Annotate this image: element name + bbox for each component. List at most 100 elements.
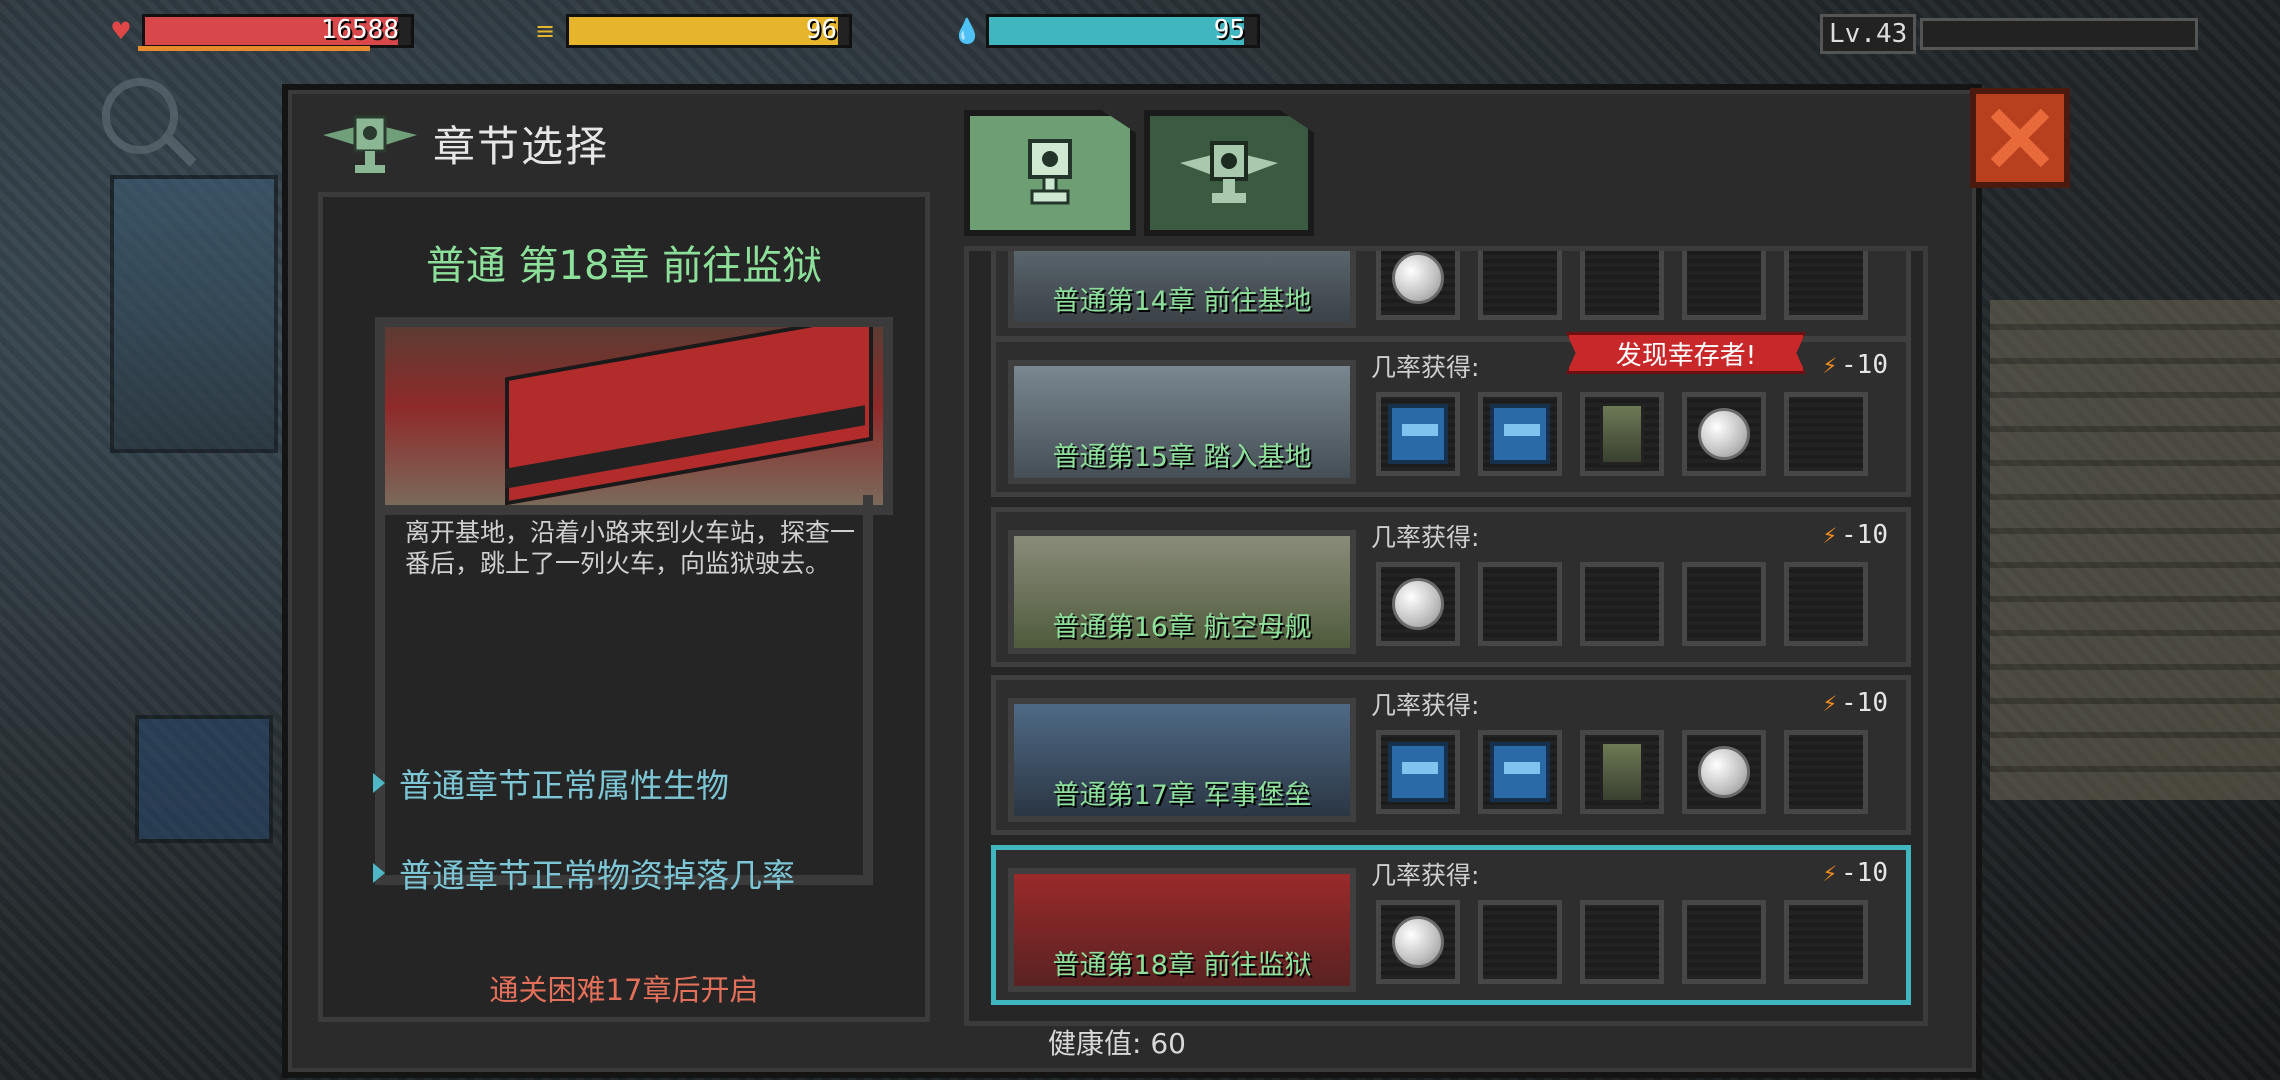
hp-value: 16588: [320, 15, 399, 45]
background-sign: [135, 715, 273, 843]
burger-icon: ≡: [534, 17, 556, 45]
drop-chance-label: 几率获得:: [1371, 523, 1480, 552]
water-status: 💧 95: [952, 14, 1260, 48]
chapter-preview-image: [375, 317, 893, 515]
reward-slots: [1376, 562, 1886, 646]
chapter-thumbnail: 普通第14章 前往基地: [1008, 251, 1356, 328]
close-button[interactable]: [1970, 88, 2070, 188]
reward-slots: [1376, 392, 1886, 476]
level-indicator: Lv.43: [1820, 14, 2199, 54]
arrow-right-icon: [373, 773, 385, 793]
chapter-row-16[interactable]: 普通第16章 航空母舰 几率获得: ⚡ -10: [991, 507, 1911, 667]
reward-slot: [1580, 562, 1664, 646]
energy-cost-value: -10: [1841, 520, 1888, 550]
chapter-thumbnail: 普通第17章 军事堡垒: [1008, 698, 1356, 822]
reward-slot: [1784, 392, 1868, 476]
energy-cost-value: -10: [1841, 688, 1888, 718]
chapter-row-18[interactable]: 普通第18章 前往监狱 几率获得: ⚡ -10: [991, 845, 1911, 1005]
arrow-right-icon: [373, 863, 385, 883]
drop-rate-link[interactable]: 普通章节正常物资掉落几率: [373, 849, 795, 897]
food-bar: 96: [566, 14, 852, 48]
coin-icon: [1698, 746, 1750, 798]
reward-slot: [1682, 392, 1766, 476]
food-status: ≡ 96: [532, 14, 852, 48]
reward-slot: [1784, 730, 1868, 814]
reward-slot: [1682, 562, 1766, 646]
chapter-detail: 普通 第18章 前往监狱 离开基地，沿着小路来到火车站，探查一番后，跳上了一列火…: [318, 192, 930, 1022]
chapter-row-17[interactable]: 普通第17章 军事堡垒 几率获得: ⚡ -10: [991, 675, 1911, 835]
xp-bar: [1920, 18, 2199, 50]
coin-icon: [1392, 578, 1444, 630]
reward-slot: [1376, 562, 1460, 646]
coin-icon: [1698, 408, 1750, 460]
energy-cost: ⚡ -10: [1823, 520, 1888, 550]
chapter-title: 普通 第18章 前往监狱: [425, 243, 823, 289]
heart-icon: ♥: [110, 17, 132, 45]
reward-slots: [1376, 730, 1886, 814]
lightning-icon: ⚡: [1822, 859, 1838, 887]
creature-info-link[interactable]: 普通章节正常属性生物: [373, 759, 729, 807]
unlock-hint: 通关困难17章后开启: [489, 973, 759, 1007]
food-value: 96: [805, 15, 837, 45]
lightning-icon: ⚡: [1822, 689, 1838, 717]
energy-cost-value: -10: [1841, 350, 1888, 380]
reward-slots: [1376, 900, 1886, 984]
chapter-name: 普通第17章 军事堡垒: [1052, 780, 1312, 811]
tab-normal[interactable]: [964, 110, 1136, 236]
water-bar: 95: [986, 14, 1260, 48]
chapter-name: 普通第15章 踏入基地: [1052, 442, 1312, 473]
chapter-name: 普通第18章 前往监狱: [1052, 950, 1312, 981]
coin-icon: [1392, 916, 1444, 968]
survivor-ribbon: 发现幸存者!: [1566, 332, 1806, 374]
background-machine: [110, 175, 278, 453]
scrap-parts-icon: [1600, 741, 1644, 803]
winged-trophy-icon: [1180, 141, 1278, 203]
drop-chance-label: 几率获得:: [1371, 691, 1480, 720]
tab-hard[interactable]: [1144, 110, 1314, 236]
reward-slot: [1580, 392, 1664, 476]
description-box: 离开基地，沿着小路来到火车站，探查一番后，跳上了一列火车，向监狱驶去。: [375, 495, 873, 885]
reward-slot: [1478, 562, 1562, 646]
reward-slot: [1580, 730, 1664, 814]
drop-chance-label: 几率获得:: [1371, 353, 1480, 382]
weapon-case-icon: [1388, 742, 1448, 802]
lightning-icon: ⚡: [1822, 351, 1838, 379]
scrap-parts-icon: [1600, 403, 1644, 465]
chapter-list[interactable]: 普通第14章 前往基地 普通第15章 踏入基地 几率获得: 发现幸存者! ⚡ -…: [964, 246, 1928, 1026]
coin-icon: [1392, 252, 1444, 304]
reward-slot: [1580, 251, 1664, 320]
close-x-icon: [1990, 108, 2050, 168]
health-value-text: 健康值: 60: [1048, 1027, 1186, 1060]
drop-chance-label: 几率获得:: [1371, 861, 1480, 890]
hp-status: ♥ 16588: [108, 14, 414, 48]
reward-slot: [1682, 900, 1766, 984]
reward-slot: [1376, 730, 1460, 814]
winged-trophy-icon: [315, 105, 425, 181]
reward-slot: [1784, 562, 1868, 646]
reward-slot: [1784, 900, 1868, 984]
reward-slot: [1784, 251, 1868, 320]
panel-header: 章节选择: [315, 105, 609, 181]
background-crates: [1990, 300, 2280, 800]
reward-slot: [1478, 730, 1562, 814]
reward-slot: [1682, 251, 1766, 320]
chapter-thumbnail: 普通第18章 前往监狱: [1008, 868, 1356, 992]
lightning-icon: ⚡: [1822, 521, 1838, 549]
reward-slots: [1376, 251, 1886, 320]
chapter-thumbnail: 普通第15章 踏入基地: [1008, 360, 1356, 484]
level-label: Lv.43: [1820, 14, 1917, 54]
drop-rate-label: 普通章节正常物资掉落几率: [399, 856, 795, 895]
hp-bar: 16588: [142, 14, 414, 48]
reward-slot: [1376, 392, 1460, 476]
chapter-thumbnail: 普通第16章 航空母舰: [1008, 530, 1356, 654]
energy-cost: ⚡ -10: [1823, 350, 1888, 380]
weapon-case-icon: [1490, 404, 1550, 464]
reward-slot: [1376, 251, 1460, 320]
reward-slot: [1580, 900, 1664, 984]
chapter-row-14[interactable]: 普通第14章 前往基地: [991, 251, 1911, 341]
chapter-row-15[interactable]: 普通第15章 踏入基地 几率获得: 发现幸存者! ⚡ -10: [991, 332, 1911, 497]
panel-title: 章节选择: [433, 121, 610, 171]
water-value: 95: [1213, 15, 1245, 45]
magnifier-icon: [102, 78, 178, 154]
chapter-name: 普通第16章 航空母舰: [1052, 612, 1312, 643]
